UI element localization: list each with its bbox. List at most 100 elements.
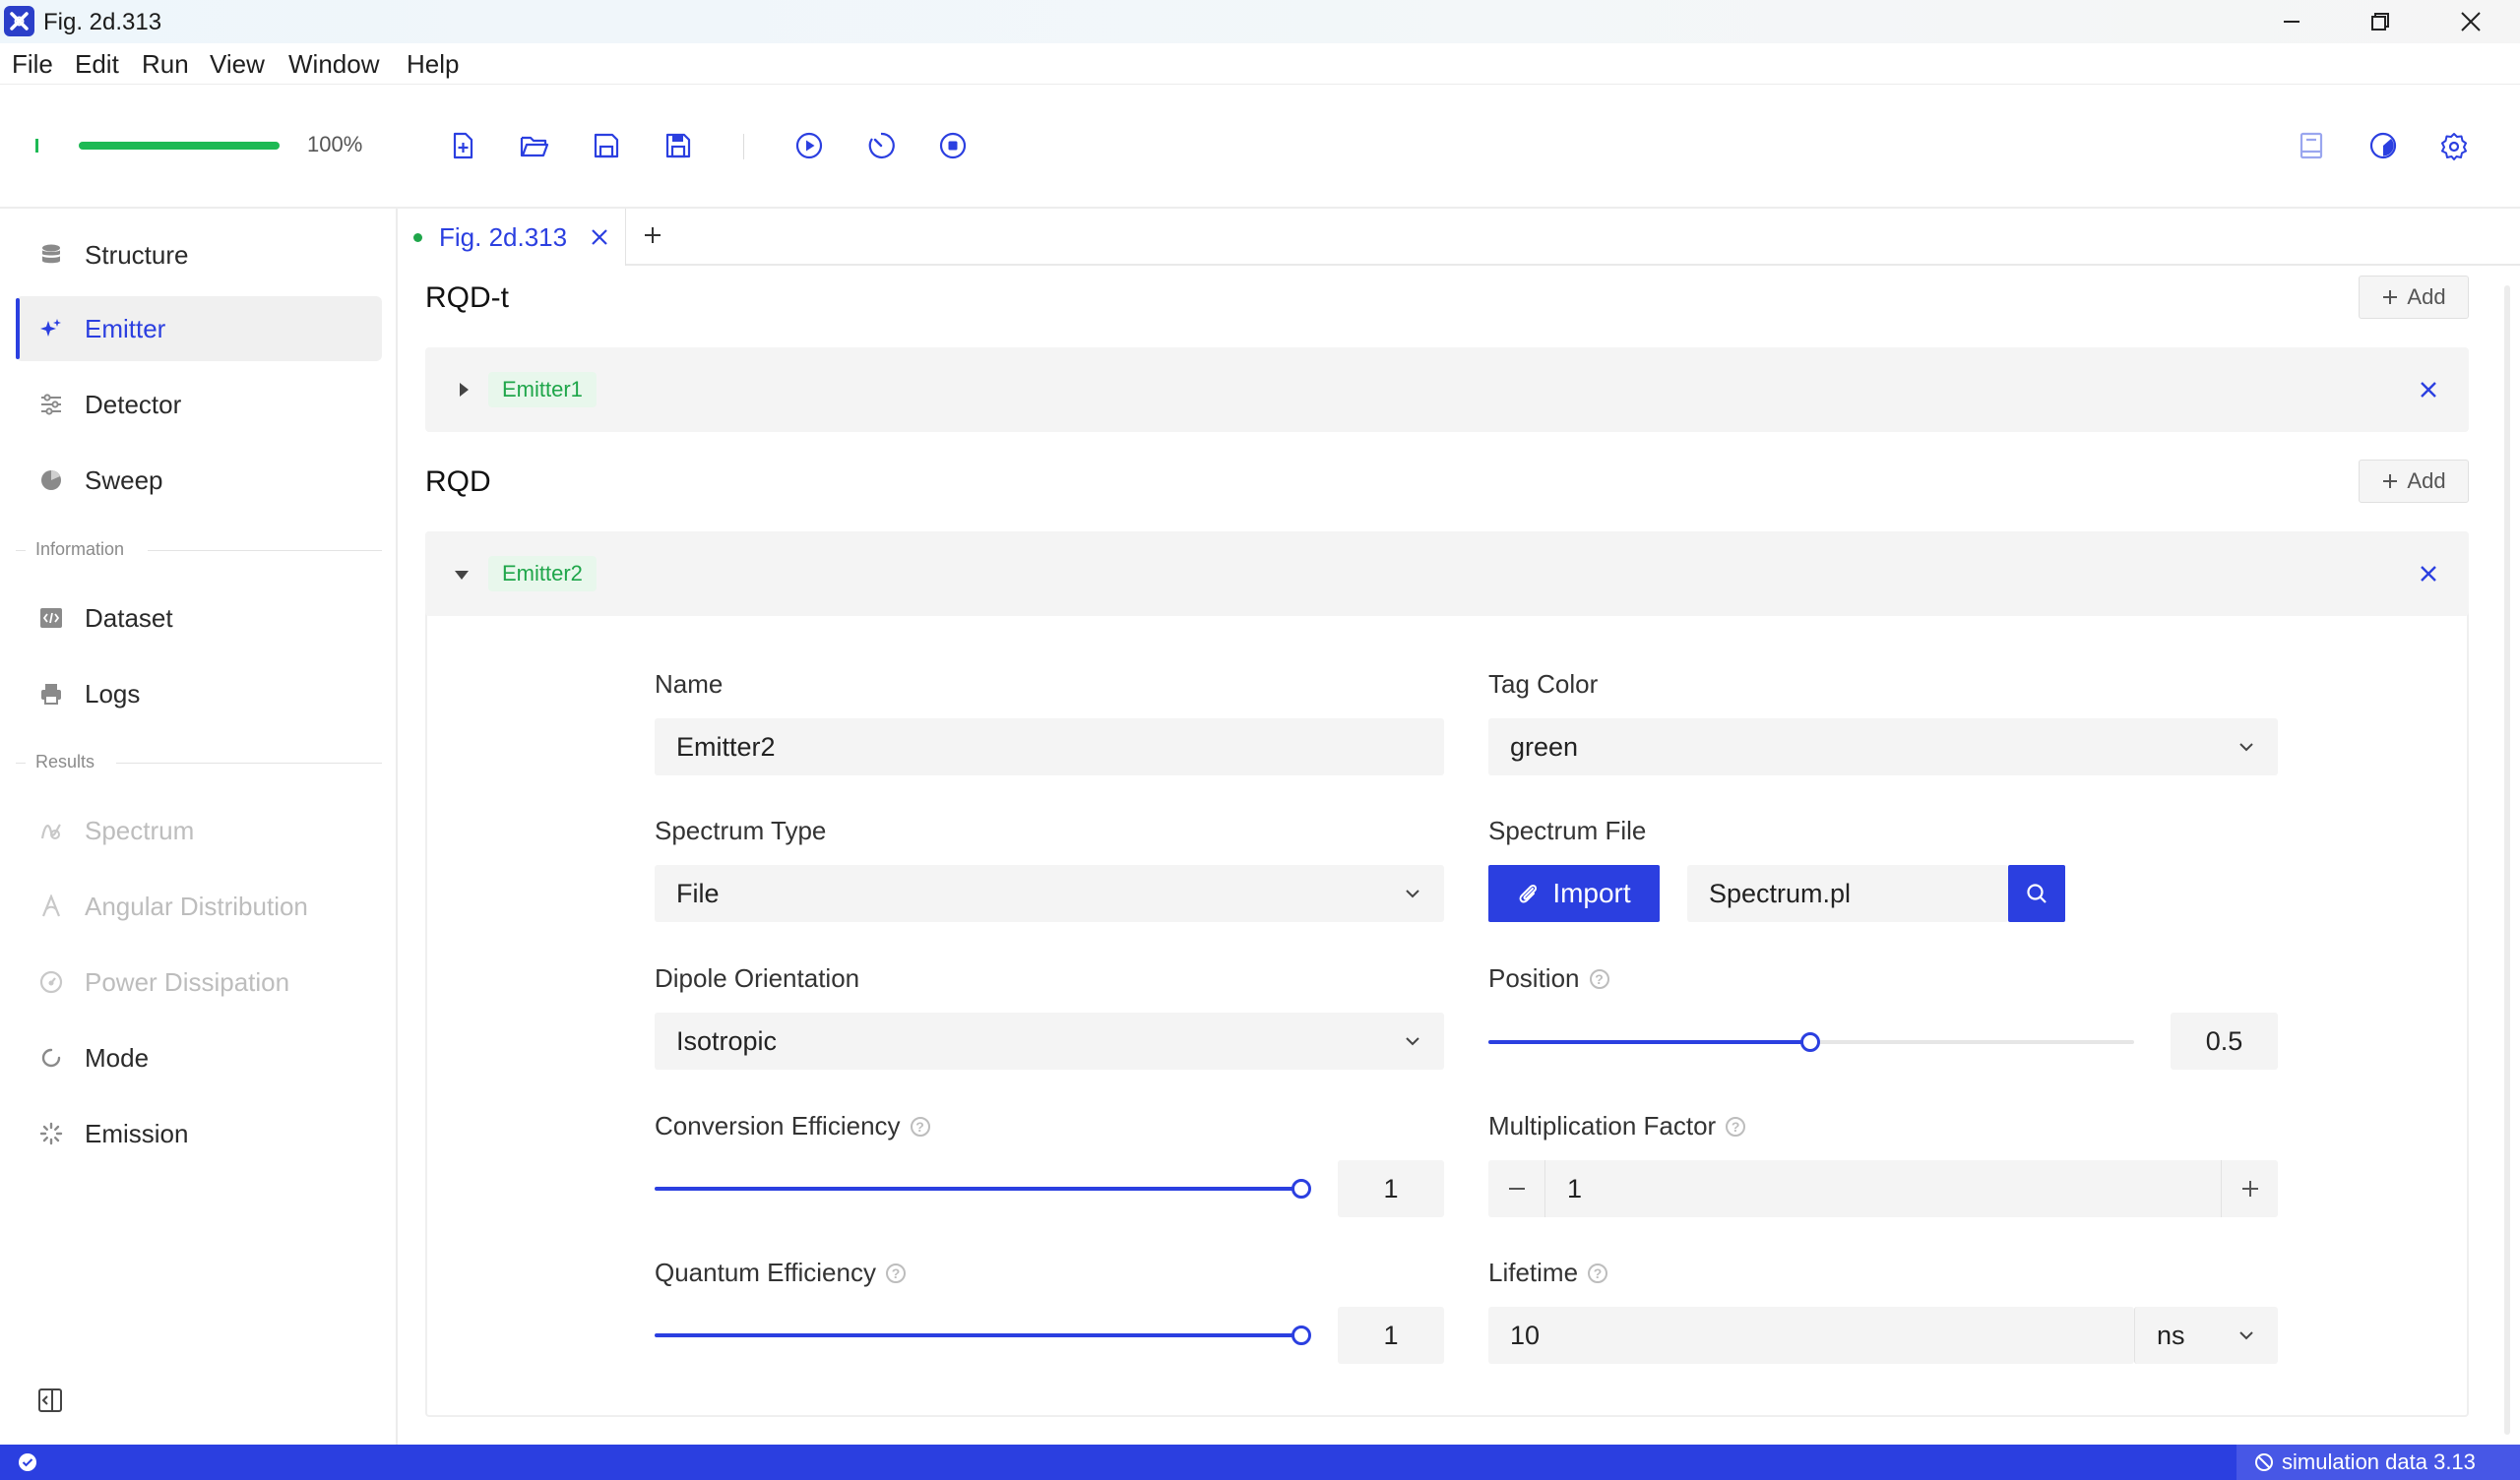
sidebar-item-structure[interactable]: Structure [16, 222, 382, 287]
restore-icon [2371, 13, 2389, 31]
browse-file-button[interactable] [2008, 865, 2065, 922]
menu-view[interactable]: View [210, 49, 265, 80]
menu-edit[interactable]: Edit [75, 49, 119, 80]
help-icon[interactable]: ? [1588, 1263, 1608, 1283]
help-icon[interactable]: ? [885, 1263, 906, 1283]
emitter2-panel-header[interactable]: Emitter2 [425, 531, 2469, 616]
notebook-button[interactable] [2290, 124, 2333, 167]
search-icon [2027, 884, 2047, 903]
multiplication-factor-label: Multiplication Factor ? [1488, 1111, 1746, 1141]
quantum-efficiency-input[interactable]: 1 [1338, 1307, 1444, 1364]
sidebar-item-logs[interactable]: Logs [16, 661, 382, 726]
sidebar-item-dataset[interactable]: Dataset [16, 586, 382, 650]
sidebar-item-label: Logs [85, 678, 141, 709]
decrement-button[interactable] [1488, 1160, 1545, 1217]
theme-button[interactable] [2362, 124, 2405, 167]
spectrum-type-select[interactable]: File [655, 865, 1444, 922]
tag-color-select[interactable]: green [1488, 718, 2278, 775]
increment-button[interactable] [2221, 1160, 2278, 1217]
collapse-icon[interactable] [453, 568, 471, 582]
sidebar-item-sweep[interactable]: Sweep [16, 448, 382, 513]
dipole-label-text: Dipole Orientation [655, 963, 860, 993]
multiplication-value[interactable]: 1 [1567, 1174, 1582, 1204]
tab-label: Fig. 2d.313 [439, 222, 568, 252]
menu-help[interactable]: Help [407, 49, 459, 80]
conversion-efficiency-input[interactable]: 1 [1338, 1160, 1444, 1217]
quantum-efficiency-slider[interactable] [655, 1333, 1302, 1337]
sidebar-item-mode[interactable]: Mode [16, 1025, 382, 1090]
sidebar-item-emission[interactable]: Emission [16, 1101, 382, 1166]
menu-file[interactable]: File [12, 49, 53, 80]
dipole-orientation-select[interactable]: Isotropic [655, 1013, 1444, 1070]
chevron-down-icon [1406, 1037, 1419, 1046]
play-icon [795, 132, 823, 159]
chevron-down-icon [2239, 743, 2253, 752]
position-slider-handle[interactable] [1800, 1032, 1820, 1052]
code-file-icon [37, 604, 65, 632]
position-label: Position ? [1488, 963, 1609, 994]
tag-color-label-text: Tag Color [1488, 669, 1599, 699]
spectrum-file-label: Spectrum File [1488, 816, 1646, 846]
position-input[interactable]: 0.5 [2171, 1013, 2278, 1070]
settings-button[interactable] [2432, 124, 2476, 167]
section-divider [16, 550, 26, 551]
conversion-efficiency-label: Conversion Efficiency ? [655, 1111, 930, 1141]
stop-button[interactable] [931, 124, 975, 167]
conversion-slider-handle[interactable] [1292, 1179, 1311, 1199]
sidebar-item-detector[interactable]: Detector [16, 372, 382, 437]
spectrum-file-input[interactable]: Spectrum.pl [1687, 865, 2008, 922]
multiplication-factor-stepper: 1 [1488, 1160, 2278, 1217]
restore-button[interactable] [2335, 0, 2426, 43]
help-icon[interactable]: ? [1726, 1116, 1746, 1137]
timer-button[interactable] [859, 124, 903, 167]
position-slider-fill [1488, 1040, 1811, 1044]
close-tab-button[interactable] [589, 226, 610, 248]
plus-icon [2241, 1181, 2258, 1197]
sidebar-item-power-dissipation[interactable]: Power Dissipation [16, 950, 382, 1015]
menu-run[interactable]: Run [142, 49, 189, 80]
conversion-efficiency-slider[interactable] [655, 1187, 1302, 1191]
window-title: Fig. 2d.313 [43, 9, 162, 35]
name-input[interactable]: Emitter2 [655, 718, 1444, 775]
help-icon[interactable]: ? [910, 1116, 930, 1137]
save-as-button[interactable] [657, 124, 700, 167]
name-value: Emitter2 [676, 731, 776, 762]
expand-icon[interactable] [457, 381, 471, 399]
paperclip-icon [1519, 884, 1538, 903]
lifetime-unit-select[interactable]: ns [2134, 1307, 2278, 1364]
sidebar-item-spectrum[interactable]: Spectrum [16, 798, 382, 863]
minimize-button[interactable] [2246, 0, 2337, 43]
add-button-rqd[interactable]: Add [2359, 460, 2469, 503]
close-window-button[interactable] [2426, 0, 2516, 43]
emitter1-panel-header[interactable]: Emitter1 [425, 347, 2469, 432]
section-title-rqd-t: RQD-t [425, 281, 509, 314]
status-text: simulation data 3.13 [2282, 1449, 2476, 1474]
lifetime-label: Lifetime ? [1488, 1258, 1608, 1288]
collapse-sidebar-button[interactable] [37, 1388, 63, 1413]
help-icon[interactable]: ? [1589, 968, 1609, 989]
notebook-icon [2300, 132, 2323, 159]
spectrum-file-label-text: Spectrum File [1488, 816, 1647, 845]
add-button-rqd-t[interactable]: Add [2359, 276, 2469, 319]
remove-emitter2-button[interactable] [2418, 563, 2439, 585]
tab-fig[interactable]: Fig. 2d.313 [398, 209, 626, 266]
save-as-icon [665, 133, 691, 158]
import-button[interactable]: Import [1488, 865, 1660, 922]
sidebar-item-angular-distribution[interactable]: Angular Distribution [16, 874, 382, 939]
section-title-rqd: RQD [425, 465, 491, 498]
run-button[interactable] [788, 124, 831, 167]
sidebar-item-emitter[interactable]: Emitter [16, 296, 382, 361]
quantum-slider-handle[interactable] [1292, 1326, 1311, 1345]
save-button[interactable] [585, 124, 628, 167]
status-info[interactable]: simulation data 3.13 [2236, 1445, 2520, 1480]
new-tab-button[interactable] [642, 224, 663, 246]
scrollbar[interactable] [2504, 285, 2510, 1435]
new-file-button[interactable] [441, 124, 484, 167]
open-folder-button[interactable] [513, 124, 556, 167]
plus-icon [2383, 474, 2398, 488]
angle-icon [37, 893, 65, 920]
remove-emitter1-button[interactable] [2418, 379, 2439, 401]
lifetime-input[interactable]: 10 [1488, 1307, 2134, 1364]
sidebar-item-label: Sweep [85, 464, 163, 495]
menu-window[interactable]: Window [288, 49, 379, 80]
